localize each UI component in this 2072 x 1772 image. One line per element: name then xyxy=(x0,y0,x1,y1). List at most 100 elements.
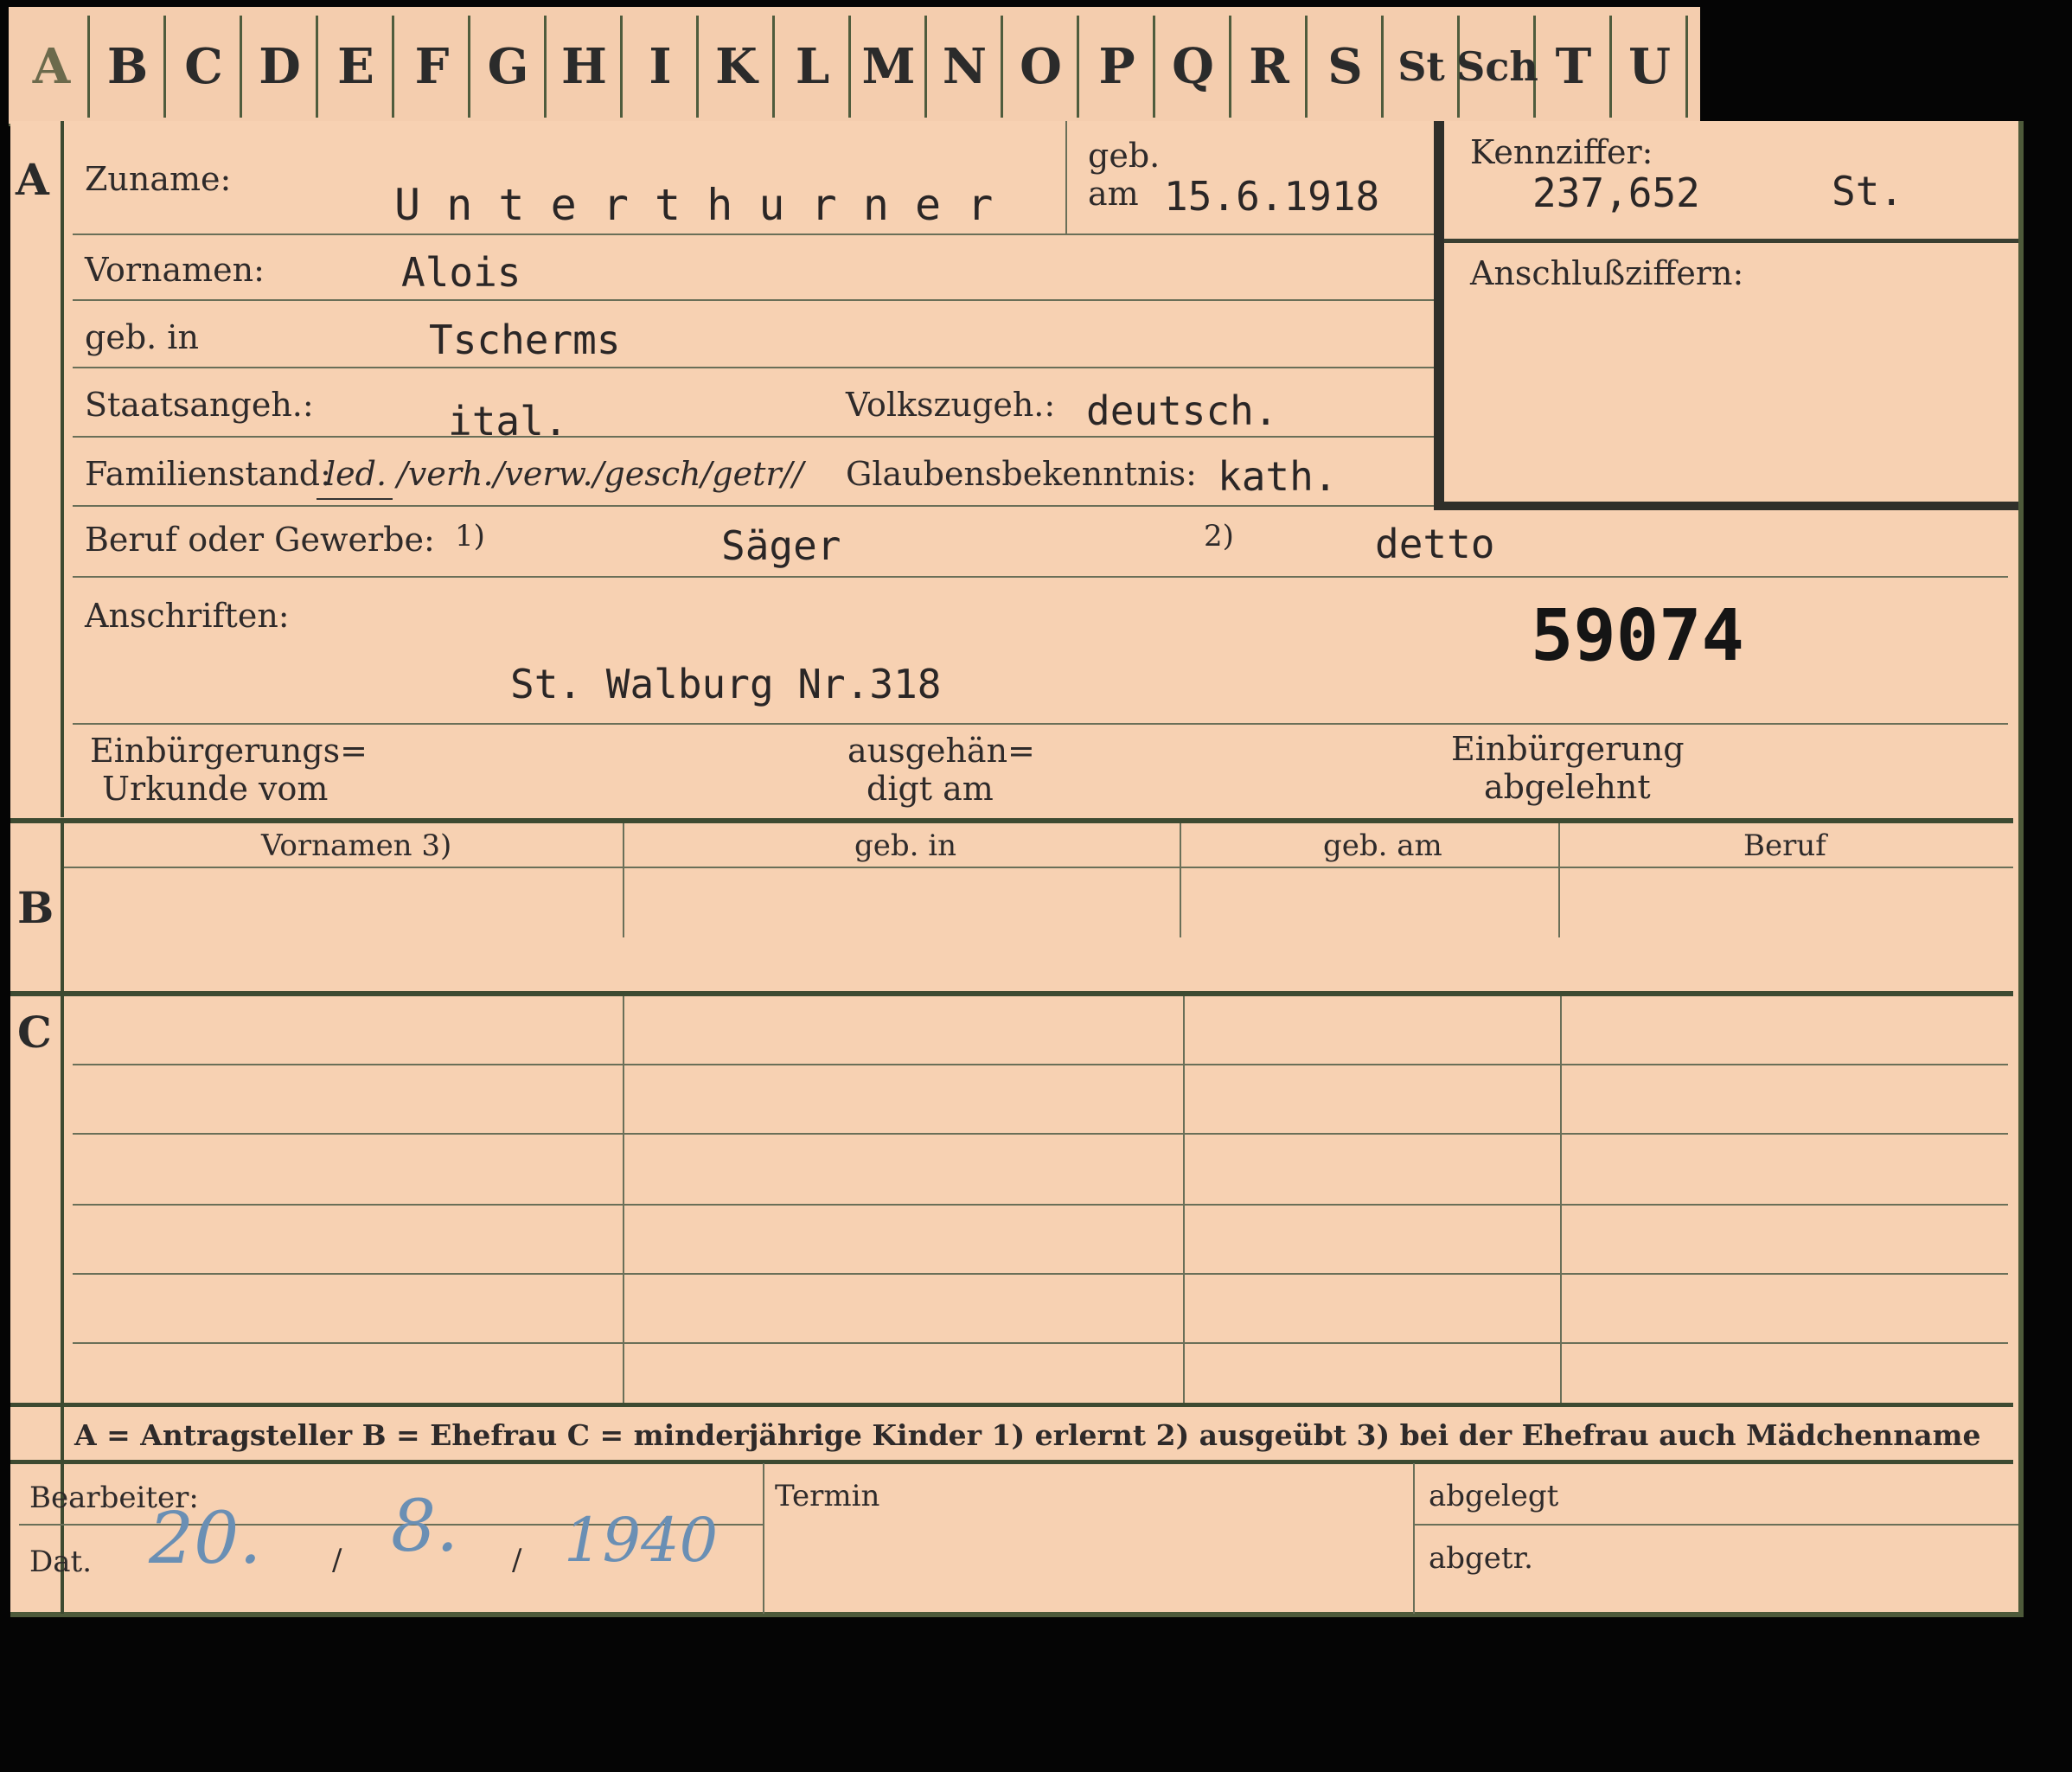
zuname-value: U n t e r t h u r n e r xyxy=(394,180,994,230)
tab-st[interactable]: St xyxy=(1385,16,1460,118)
beruf-mark-1: 1) xyxy=(455,519,485,553)
row-rule xyxy=(73,1273,2008,1275)
abgelegt-label: abgelegt xyxy=(1429,1479,1559,1513)
legend-text: A = Antragsteller B = Ehefrau C = minder… xyxy=(74,1418,1981,1452)
zuname-label: Zuname: xyxy=(85,160,232,198)
volkszugeh-value: deutsch. xyxy=(1086,387,1278,434)
tab-p[interactable]: P xyxy=(1081,16,1155,118)
geb-divider xyxy=(1065,121,1067,233)
row-rule xyxy=(73,233,1434,235)
kennziffer-box-divider xyxy=(1444,239,2018,243)
kennziffer-box-left xyxy=(1434,121,1444,510)
tab-d[interactable]: D xyxy=(244,16,318,118)
dat-day: 20. xyxy=(149,1498,262,1580)
legend-bottom-rule xyxy=(10,1460,2013,1464)
row-rule xyxy=(73,505,1434,507)
geb-label: geb. xyxy=(1088,137,1161,175)
beruf-value-2: detto xyxy=(1375,521,1495,567)
legend-top-rule xyxy=(10,1403,2013,1407)
einb-urkunde-label-1: Einbürgerungs= xyxy=(90,732,368,770)
row-rule xyxy=(73,367,1434,368)
tab-m[interactable]: M xyxy=(853,16,927,118)
col-rule xyxy=(1413,1463,1415,1614)
tab-f[interactable]: F xyxy=(396,16,470,118)
row-rule xyxy=(73,1204,2008,1206)
section-a-left-rule xyxy=(61,121,64,817)
section-b-mark: B xyxy=(17,882,54,933)
section-b-top-rule xyxy=(10,818,2013,823)
row-rule xyxy=(73,723,2008,725)
anschriften-value: St. Walburg Nr.318 xyxy=(510,661,942,707)
tab-k[interactable]: K xyxy=(700,16,775,118)
dat-year: 1940 xyxy=(564,1505,719,1576)
beruf-value-1: Säger xyxy=(721,522,841,569)
dat-sep-2: / xyxy=(512,1543,522,1577)
kennziffer-label: Kennziffer: xyxy=(1470,133,1653,171)
ausgehaendigt-label-1: ausgehän= xyxy=(847,732,1035,770)
vornamen-label: Vornamen: xyxy=(85,251,265,289)
tab-c[interactable]: C xyxy=(168,16,242,118)
einb-abgelehnt-label-1: Einbürgerung xyxy=(1451,730,1685,768)
familienstand-underline xyxy=(317,498,393,500)
geb-in-label: geb. in xyxy=(85,318,199,356)
registration-card: A Zuname: U n t e r t h u r n e r geb. a… xyxy=(10,121,2024,1617)
tab-a[interactable]: A xyxy=(16,16,90,118)
tab-b[interactable]: B xyxy=(92,16,166,118)
dat-label: Dat. xyxy=(29,1545,93,1579)
beruf-label: Beruf oder Gewerbe: xyxy=(85,521,435,559)
row-rule xyxy=(73,299,1434,301)
row-rule xyxy=(64,867,2013,868)
einb-urkunde-label-2: Urkunde vom xyxy=(102,770,329,808)
familienstand-options: led. /verh./verw./gesch/getr// xyxy=(325,455,804,493)
stamp-number: 59074 xyxy=(1531,595,1744,677)
col-rule xyxy=(1558,823,1560,937)
tab-t[interactable]: T xyxy=(1538,16,1612,118)
anschriften-label: Anschriften: xyxy=(85,597,290,635)
anschluss-label: Anschlußziffern: xyxy=(1470,254,1744,292)
geb-date-value: 15.6.1918 xyxy=(1164,173,1380,220)
dat-month: 8. xyxy=(391,1486,459,1568)
kennziffer-value: 237,652 xyxy=(1532,170,1700,216)
tab-i[interactable]: I xyxy=(624,16,699,118)
tab-l[interactable]: L xyxy=(777,16,851,118)
row-rule xyxy=(73,576,2008,578)
col-rule xyxy=(623,823,624,937)
row-rule xyxy=(73,1064,2008,1065)
glaubens-label: Glaubensbekenntnis: xyxy=(846,455,1197,493)
row-rule xyxy=(73,436,1434,438)
col-rule xyxy=(763,1463,764,1614)
einb-abgelehnt-label-2: abgelehnt xyxy=(1484,768,1651,806)
section-a-mark: A xyxy=(16,154,49,205)
column-beruf: Beruf xyxy=(1743,828,1826,863)
geb-in-value: Tscherms xyxy=(429,317,621,363)
row-rule xyxy=(73,1342,2008,1344)
column-geb-am: geb. am xyxy=(1323,828,1442,863)
tab-o[interactable]: O xyxy=(1005,16,1079,118)
column-vornamen: Vornamen 3) xyxy=(261,828,452,863)
row-rule xyxy=(1413,1524,2018,1526)
tab-h[interactable]: H xyxy=(548,16,623,118)
dat-sep-1: / xyxy=(332,1543,342,1577)
abgetr-label: abgetr. xyxy=(1429,1541,1533,1576)
tab-q[interactable]: Q xyxy=(1157,16,1231,118)
tab-r[interactable]: R xyxy=(1233,16,1308,118)
vornamen-value: Alois xyxy=(401,249,521,296)
familienstand-label: Familienstand: xyxy=(85,455,331,493)
volkszugeh-label: Volkszugeh.: xyxy=(846,386,1056,424)
kennziffer-suffix: St. xyxy=(1832,168,1904,214)
termin-label: Termin xyxy=(775,1479,880,1513)
tab-s[interactable]: S xyxy=(1309,16,1384,118)
tab-g[interactable]: G xyxy=(472,16,547,118)
section-c-top-rule xyxy=(10,991,2013,996)
glaubens-value: kath. xyxy=(1218,453,1338,500)
col-rule xyxy=(1180,823,1181,937)
tab-u[interactable]: U xyxy=(1614,16,1688,118)
tab-n[interactable]: N xyxy=(929,16,1003,118)
column-geb-in: geb. in xyxy=(854,828,957,863)
tab-sch[interactable]: Sch xyxy=(1456,16,1538,118)
ausgehaendigt-label-2: digt am xyxy=(867,770,994,808)
kennziffer-box-bottom xyxy=(1434,502,2018,510)
staatsangeh-label: Staatsangeh.: xyxy=(85,386,314,424)
alphabet-tab-strip: A B C D E F G H I K L M N O P Q R S St Sch T U xyxy=(9,7,1700,126)
tab-e[interactable]: E xyxy=(320,16,394,118)
